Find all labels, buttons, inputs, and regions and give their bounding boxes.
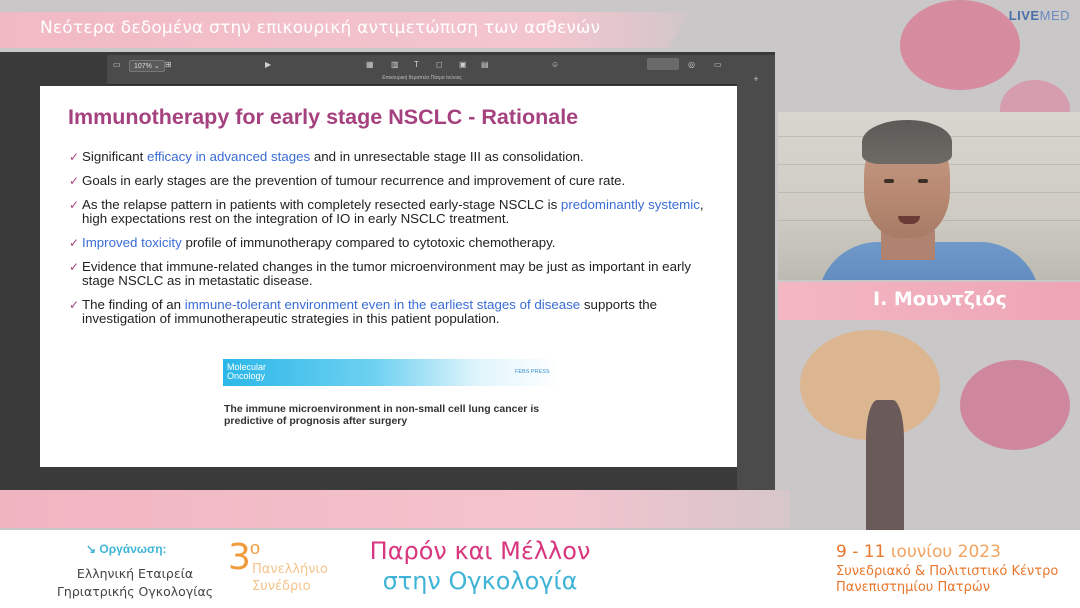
checkmark-icon: ✓ [69, 174, 80, 188]
speaker-eye [884, 179, 894, 183]
play-icon[interactable]: ▶ [265, 60, 271, 69]
comment-icon[interactable]: ▤ [481, 60, 489, 69]
bullet-item: ✓ Goals in early stages are the preventio… [69, 173, 626, 189]
chart-icon[interactable]: ▥ [391, 60, 399, 69]
checkmark-icon: ✓ [69, 260, 80, 274]
presentation-slide: Immunotherapy for early stage NSCLC - Ra… [40, 86, 737, 467]
conference-date: 9 - 11 ιουνίου 2023 [836, 542, 1001, 562]
speaker-video [778, 112, 1080, 280]
lower-banner [0, 490, 790, 528]
bullet-item: ✓ The finding of an immune-tolerant envir… [69, 297, 658, 326]
checkmark-icon: ✓ [69, 298, 80, 312]
background-splash [900, 0, 1020, 90]
session-title: Νεότερα δεδομένα στην επικουρική αντιμετ… [40, 18, 601, 38]
checkmark-icon: ✓ [69, 198, 80, 212]
journal-name: Molecular Oncology [227, 362, 267, 381]
journal-banner: Molecular Oncology FEBS PRESS [223, 359, 561, 386]
bullet-item: ✓ As the relapse pattern in patients with… [69, 197, 704, 226]
bullet-list: ✓ Significant efficacy in advanced stages… [69, 150, 719, 336]
speaker-name: Ι. Μουντζιός [873, 288, 1007, 310]
organizer-name: Ελληνική Εταιρεία Γηριατρικής Ογκολογίας [56, 566, 214, 599]
media-icon[interactable]: ▣ [459, 60, 467, 69]
collaborate-icon[interactable]: ☺ [551, 60, 559, 69]
add-slide-icon[interactable]: ⊞ [165, 60, 172, 69]
conference-number: 3 [228, 537, 251, 578]
speaker-hair [862, 120, 952, 164]
background-splash [960, 360, 1070, 450]
speaker-eye [918, 179, 928, 183]
organizer-label: ↘ Οργάνωση: [86, 542, 167, 556]
tree-trunk-decoration [866, 400, 904, 530]
presenter-sidebar: + [737, 55, 775, 490]
paper-title: The immune microenvironment in non-small… [224, 403, 540, 427]
conference-venue: Συνεδριακό & Πολιτιστικό Κέντρο Πανεπιστη… [836, 564, 1059, 595]
document-title: Επικουρική θεραπεία Πάτρα Ιούνιος [382, 75, 462, 81]
conference-title: Παρόν και Μέλλον στην Ογκολογία [369, 537, 591, 595]
bullet-item: ✓ Significant efficacy in advanced stages… [69, 149, 584, 165]
bullet-item: ✓ Improved toxicity profile of immunother… [69, 235, 556, 251]
zoom-select[interactable]: 107% ⌄ [129, 60, 165, 72]
livemed-logo: LIVEMED [1008, 8, 1070, 23]
document-icon[interactable]: ▭ [714, 60, 722, 69]
arrow-icon: ↘ [86, 542, 100, 556]
sidebar-toggle-icon[interactable]: ▭ [113, 60, 121, 69]
add-icon[interactable]: + [737, 74, 775, 84]
conference-type: Πανελλήνιο Συνέδριο [252, 562, 328, 594]
presenter-toolbar: ▭ 107% ⌄ ⊞ ▶ ▦ ▥ T ◻ ▣ ▤ ☺ ◎ ▭ Επικουρικ… [107, 55, 737, 85]
checkmark-icon: ✓ [69, 236, 80, 250]
shape-icon[interactable]: ◻ [436, 60, 443, 69]
bullet-item: ✓ Evidence that immune-related changes in… [69, 259, 691, 288]
table-icon[interactable]: ▦ [366, 60, 374, 69]
checkmark-icon: ✓ [69, 150, 80, 164]
paper-citation: Molecular Oncology FEBS PRESS The immune… [223, 359, 563, 439]
format-button[interactable] [647, 58, 679, 70]
slide-title: Immunotherapy for early stage NSCLC - Ra… [68, 105, 579, 129]
text-icon[interactable]: T [414, 60, 419, 69]
conference-number-suffix: ο [250, 538, 261, 558]
animate-icon[interactable]: ◎ [688, 60, 695, 69]
publisher-logo: FEBS PRESS [515, 369, 550, 375]
